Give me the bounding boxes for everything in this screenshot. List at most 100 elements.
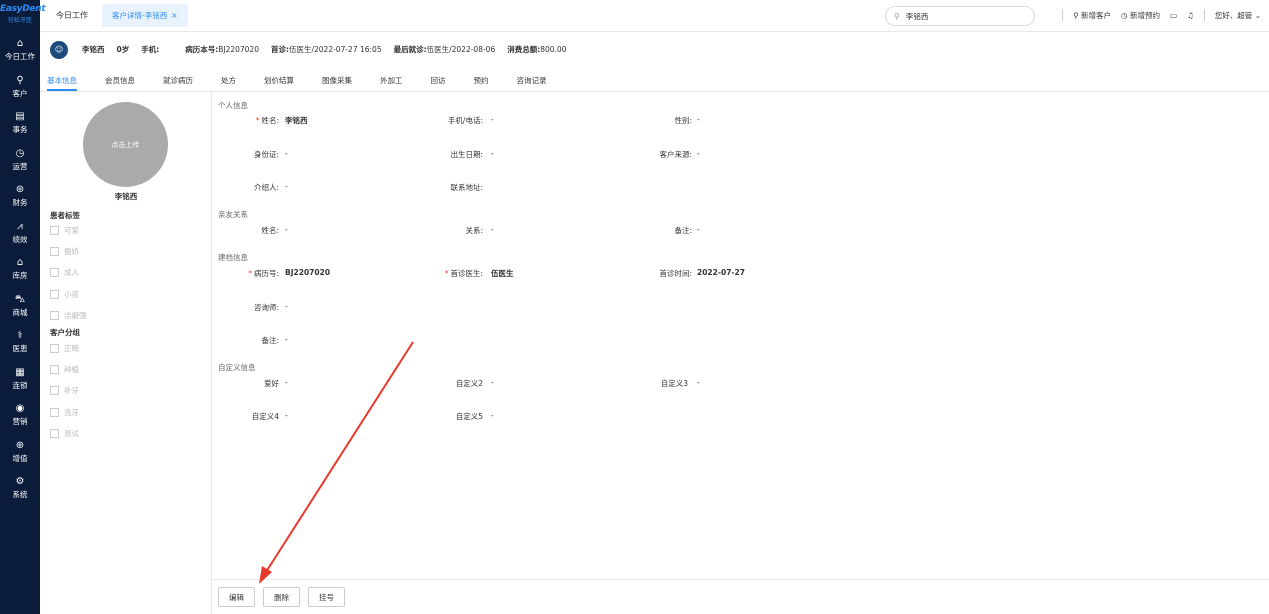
search-input[interactable]: ⚲ 李铭西: [885, 6, 1035, 26]
search-icon: ⚲: [894, 11, 900, 21]
cart-icon: ⛍: [14, 293, 26, 305]
checkbox-box[interactable]: [50, 365, 59, 375]
upload-label: 点击上传: [111, 140, 140, 149]
message-icon[interactable]: ▭: [1170, 11, 1177, 20]
checkbox-groups-2[interactable]: 补牙: [50, 385, 79, 396]
user-add-icon: ⚲: [1073, 10, 1079, 20]
tab-6[interactable]: 外加工: [380, 67, 403, 91]
checkbox-box[interactable]: [50, 226, 59, 235]
relation-value: -: [491, 225, 494, 234]
checkbox-box[interactable]: [50, 407, 59, 417]
tab-8[interactable]: 预约: [474, 67, 489, 91]
divider: [1062, 9, 1064, 21]
checkbox-label: 洗牙: [64, 407, 79, 417]
id-card-value: -: [285, 149, 288, 158]
relative-name-label: 姓名:: [261, 226, 279, 235]
add-appointment-button[interactable]: ◷ 新增预约: [1121, 10, 1160, 21]
tab-9[interactable]: 咨询记录: [517, 67, 547, 91]
checkbox-box[interactable]: [50, 344, 59, 353]
user-menu[interactable]: 您好、超管 ⌄: [1215, 10, 1261, 21]
checkbox-box[interactable]: [50, 310, 59, 320]
checkbox-groups-1[interactable]: 种植: [50, 364, 79, 375]
home-icon: ⌂: [16, 38, 24, 50]
tab-7[interactable]: 回访: [431, 67, 446, 91]
checkbox-box[interactable]: [50, 289, 59, 299]
relative-name-value: -: [285, 225, 288, 234]
custom5-value: -: [491, 411, 494, 420]
checkbox-tags-1[interactable]: 傲娇: [50, 246, 79, 257]
checkbox-groups-4[interactable]: 测试: [50, 428, 79, 439]
tab-4[interactable]: 划价结算: [264, 67, 294, 91]
sidebar-item-8[interactable]: ⚕ 医患: [0, 324, 40, 361]
add-customer-button[interactable]: ⚲ 新增客户: [1073, 10, 1111, 21]
delete-button[interactable]: 删除: [263, 587, 300, 607]
sidebar-item-1[interactable]: ⚲ 客户: [0, 69, 40, 106]
checkbox-groups-0[interactable]: 正畸: [50, 343, 79, 354]
checkbox-tags-3[interactable]: 小孩: [50, 289, 79, 300]
sidebar-item-6[interactable]: ⌂ 库房: [0, 251, 40, 288]
edit-button[interactable]: 编辑: [218, 587, 255, 607]
sidebar-item-label: 今日工作: [5, 52, 35, 62]
close-icon[interactable]: ×: [171, 11, 177, 20]
sidebar-item-9[interactable]: ▦ 连锁: [0, 361, 40, 398]
first-time-label: 首诊时间:: [659, 269, 692, 278]
tab-customer-detail[interactable]: 客户详情-李铭西 ×: [102, 4, 188, 27]
first-visit-value: 伍医生/2022-07-27 16:05: [288, 45, 382, 54]
tab-2[interactable]: 就诊病历: [163, 67, 193, 91]
id-card-label: 身份证:: [253, 150, 279, 159]
checkbox-box[interactable]: [50, 247, 59, 257]
patient-summary: ☺ 李铭西 0岁 手机: 病历本号:BJ2207020 首诊:伍医生/2022-…: [40, 32, 1269, 67]
sidebar-item-label: 运营: [12, 161, 28, 171]
tab-0[interactable]: 基本信息: [47, 67, 77, 91]
register-button[interactable]: 挂号: [308, 587, 345, 607]
custom5-label: 自定义5: [455, 412, 483, 421]
sidebar-item-11[interactable]: ⊕ 增值: [0, 434, 40, 471]
sidebar-item-12[interactable]: ⚙ 系统: [0, 470, 40, 507]
bell-icon[interactable]: ♫: [1187, 11, 1194, 20]
checkbox-tags-2[interactable]: 成人: [50, 267, 79, 278]
sidebar-item-4[interactable]: ⊛ 财务: [0, 178, 40, 215]
sidebar-item-3[interactable]: ◷ 运营: [0, 142, 40, 179]
tab-1[interactable]: 会员信息: [105, 67, 135, 91]
checkbox-groups-3[interactable]: 洗牙: [50, 407, 79, 418]
add-customer-label: 新增客户: [1081, 10, 1112, 20]
avatar-upload-button[interactable]: 点击上传: [83, 102, 168, 187]
sidebar-item-0[interactable]: ⌂ 今日工作: [0, 32, 40, 69]
first-time-value: 2022-07-27: [697, 268, 745, 277]
sidebar-item-5[interactable]: ⩘ 绩效: [0, 215, 40, 252]
tab-5[interactable]: 图像采集: [322, 67, 352, 91]
patient-total: 消费总额:800.00: [507, 44, 566, 55]
last-visit-label: 最后就诊:: [393, 45, 427, 54]
sidebar-item-7[interactable]: ⛍ 商城: [0, 288, 40, 325]
consultant-label: 咨询师:: [253, 303, 279, 312]
checkbox-tags-4[interactable]: 洁癖强: [50, 310, 87, 321]
record-note-label: 备注:: [261, 336, 279, 345]
tab-3[interactable]: 处方: [221, 67, 236, 91]
clock-icon: ◷: [15, 147, 25, 159]
first-doctor-label-text: 首诊医生:: [450, 269, 483, 278]
name-label: * 姓名:: [255, 116, 279, 125]
checkbox-box[interactable]: [50, 268, 59, 278]
name-label-text: 姓名:: [261, 116, 279, 125]
sidebar-item-label: 事务: [12, 125, 28, 135]
phone-value: -: [491, 115, 494, 124]
patient-name-value: 李铭西: [82, 45, 105, 54]
checkbox-box[interactable]: [50, 386, 59, 396]
action-footer: 编辑 删除 挂号: [212, 579, 1269, 614]
sidebar-item-10[interactable]: ◉ 营销: [0, 397, 40, 434]
referrer-value: -: [285, 182, 288, 191]
total-label: 消费总额:: [507, 45, 541, 54]
patient-name: 李铭西: [82, 44, 105, 55]
tab-today-work[interactable]: 今日工作: [56, 10, 88, 21]
record-note-value: -: [285, 335, 288, 344]
top-bar: 今日工作 客户详情-李铭西 × ⚲ 李铭西 ⚲ 新增客户 ◷ 新增预约 ▭ ♫ 您…: [40, 0, 1269, 32]
logo-subtext: 轻松牙医: [7, 17, 32, 24]
sidebar: EasyDent 轻松牙医 ⌂ 今日工作 ⚲ 客户 ▤ 事务 ◷ 运营 ⊛ 财务 ⩘ 绩效 ⌂ 库房 ⛍ 商城…: [0, 0, 46, 614]
first-visit-label: 首诊:: [270, 45, 289, 54]
sidebar-item-2[interactable]: ▤ 事务: [0, 105, 40, 142]
custom4-value: -: [285, 411, 288, 420]
checkbox-label: 可爱: [64, 226, 79, 235]
checkbox-tags-0[interactable]: 可爱: [50, 225, 79, 236]
app-logo[interactable]: EasyDent 轻松牙医: [0, 0, 46, 32]
checkbox-box[interactable]: [50, 428, 59, 438]
